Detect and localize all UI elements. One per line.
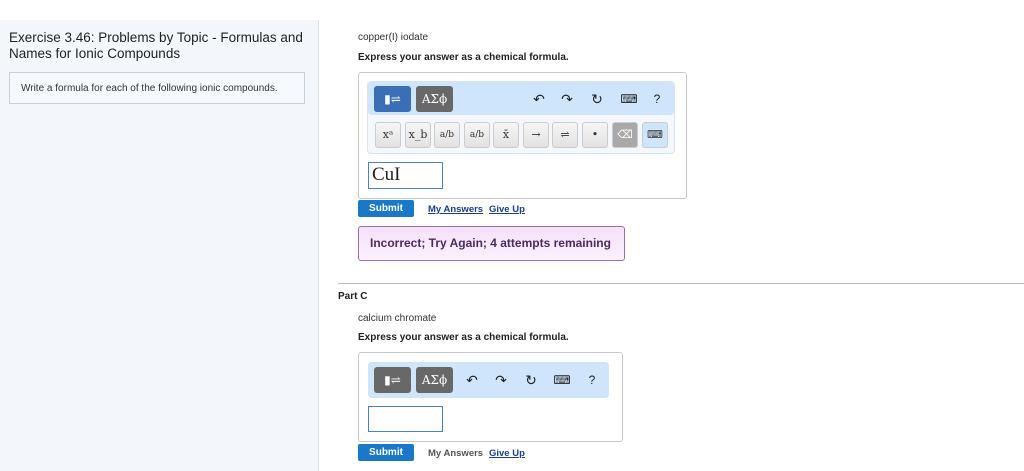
greek-button[interactable]: ΑΣϕ (416, 86, 453, 112)
reset-icon[interactable]: ↻ (521, 370, 541, 390)
math-toolbar: ▮⇌ ΑΣϕ ↶ ↷ ↻ ⌨ ? (368, 362, 609, 398)
part-b-prompt: Express your answer as a chemical formul… (358, 52, 569, 63)
redo-icon[interactable]: ↷ (557, 89, 577, 109)
superscript-button[interactable]: xᵃ (375, 122, 401, 148)
part-b-compound: copper(I) iodate (358, 32, 429, 43)
part-c-label: Part C (338, 291, 368, 302)
fraction-button[interactable]: a/b (434, 122, 460, 148)
undo-icon[interactable]: ↶ (529, 89, 549, 109)
math-toolbar: ▮⇌ ΑΣϕ ↶ ↷ ↻ ⌨ ? xᵃ x_b a/b a/b x̄ → ⇌ •… (367, 81, 675, 154)
undo-icon[interactable]: ↶ (462, 370, 482, 390)
feedback-message: Incorrect; Try Again; 4 attempts remaini… (358, 226, 625, 261)
arrow-button[interactable]: → (523, 122, 549, 148)
redo-icon[interactable]: ↷ (491, 370, 511, 390)
templates-button[interactable]: ▮⇌ (374, 367, 411, 393)
equilibrium-button[interactable]: ⇌ (552, 122, 578, 148)
overline-button[interactable]: x̄ (493, 122, 519, 148)
part-b-answer-box: ▮⇌ ΑΣϕ ↶ ↷ ↻ ⌨ ? xᵃ x_b a/b a/b x̄ → ⇌ •… (358, 72, 687, 199)
part-c-answer-input[interactable] (368, 406, 443, 432)
sidebar: Exercise 3.46: Problems by Topic - Formu… (0, 20, 319, 471)
greek-button[interactable]: ΑΣϕ (416, 367, 453, 393)
part-c-submit-button[interactable]: Submit (358, 444, 414, 461)
part-c-answer-box: ▮⇌ ΑΣϕ ↶ ↷ ↻ ⌨ ? (358, 352, 623, 442)
divider (338, 283, 1024, 284)
keyboard-icon[interactable]: ⌨ (552, 370, 572, 390)
reset-icon[interactable]: ↻ (587, 89, 607, 109)
part-b-answer-input[interactable]: CuI (368, 162, 443, 189)
fraction-bar-button[interactable]: a/b (464, 122, 490, 148)
part-c-my-answers: My Answers (428, 448, 484, 459)
keyboard-toggle-icon[interactable]: ⌨ (642, 122, 668, 148)
subscript-button[interactable]: x_b (405, 122, 431, 148)
part-c-prompt: Express your answer as a chemical formul… (358, 332, 569, 343)
part-c-compound: calcium chromate (358, 313, 437, 324)
help-icon[interactable]: ? (647, 89, 667, 109)
templates-button[interactable]: ▮⇌ (374, 86, 411, 112)
instructions: Write a formula for each of the followin… (9, 72, 305, 104)
part-b-give-up-link[interactable]: Give Up (489, 204, 525, 215)
dot-button[interactable]: • (582, 122, 608, 148)
backspace-icon[interactable]: ⌫ (612, 122, 638, 148)
part-b-submit-button[interactable]: Submit (358, 200, 414, 217)
part-b-my-answers-link[interactable]: My Answers (428, 204, 483, 215)
keyboard-icon[interactable]: ⌨ (619, 89, 639, 109)
exercise-title: Exercise 3.46: Problems by Topic - Formu… (9, 30, 303, 61)
part-c-give-up-link[interactable]: Give Up (489, 448, 525, 459)
help-icon[interactable]: ? (582, 370, 602, 390)
